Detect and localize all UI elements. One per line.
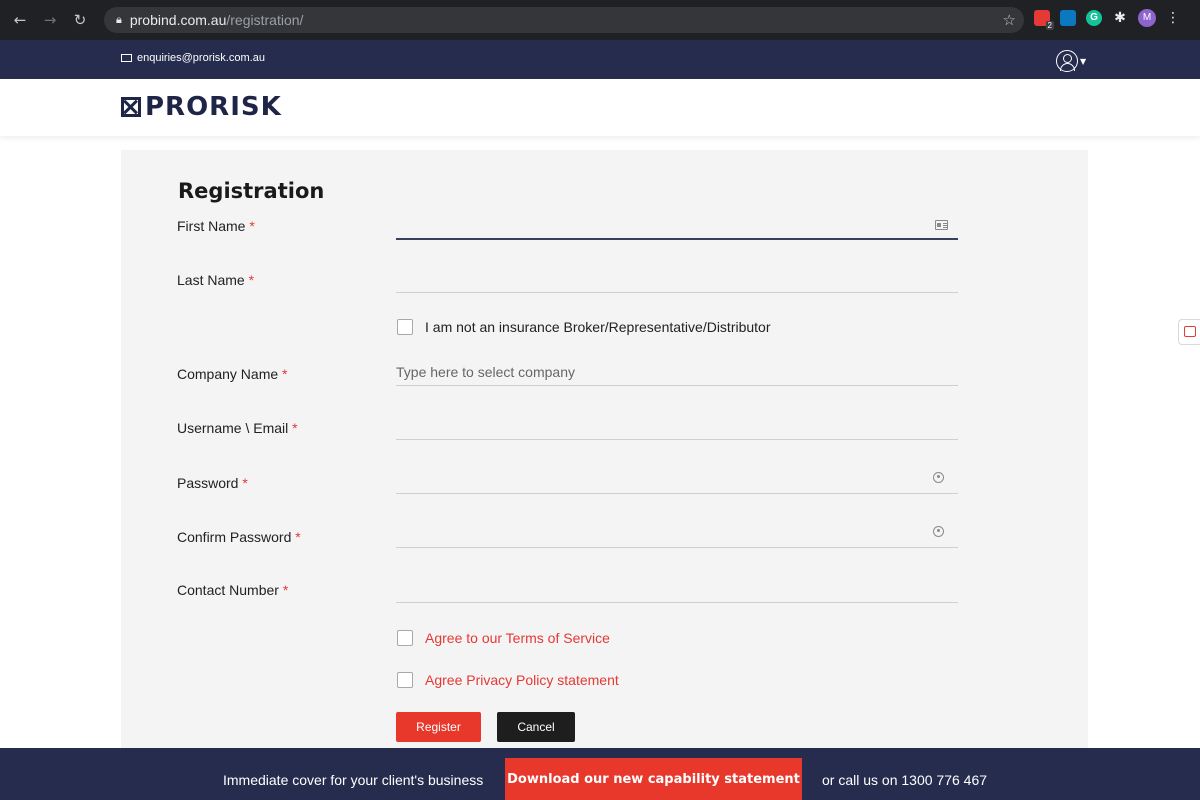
last-name-label-text: Last Name xyxy=(177,272,245,288)
contact-card-icon[interactable] xyxy=(935,220,948,230)
company-name-label: Company Name * xyxy=(177,366,288,382)
user-icon xyxy=(1056,50,1078,72)
site-header: PRORISK xyxy=(0,79,1200,136)
footer-bar: Immediate cover for your client's busine… xyxy=(0,748,1200,800)
company-placeholder: Type here to select company xyxy=(396,364,575,380)
not-broker-label: I am not an insurance Broker/Representat… xyxy=(425,319,771,335)
contact-email-text: enquiries@prorisk.com.au xyxy=(137,52,265,64)
username-input[interactable] xyxy=(396,414,958,440)
browser-toolbar: ← → ↻ 🔒︎ probind.com.au/registration/ ☆ … xyxy=(0,0,1200,40)
terms-option[interactable]: Agree to our Terms of Service xyxy=(397,630,610,646)
company-name-label-text: Company Name xyxy=(177,366,279,382)
forward-icon[interactable]: → xyxy=(38,11,62,29)
profile-avatar[interactable]: M xyxy=(1138,9,1156,27)
trello-extension-icon[interactable] xyxy=(1060,10,1076,26)
contact-bar: enquiries@prorisk.com.au ▼ xyxy=(0,40,1200,79)
privacy-option[interactable]: Agree Privacy Policy statement xyxy=(397,672,619,688)
back-icon[interactable]: ← xyxy=(8,11,32,29)
not-broker-option[interactable]: I am not an insurance Broker/Representat… xyxy=(397,319,771,335)
caret-down-icon: ▼ xyxy=(1080,56,1087,66)
first-name-label: First Name * xyxy=(177,218,255,234)
first-name-label-text: First Name xyxy=(177,218,246,234)
username-label: Username \ Email * xyxy=(177,420,298,436)
bookmark-star-icon[interactable]: ☆ xyxy=(1003,11,1016,29)
required-marker: * xyxy=(282,366,288,382)
username-label-text: Username \ Email xyxy=(177,420,289,436)
footer-tagline: Immediate cover for your client's busine… xyxy=(223,772,484,788)
registration-panel: Registration First Name * Last Name * I … xyxy=(121,150,1088,750)
terms-link[interactable]: Agree to our Terms of Service xyxy=(425,630,610,646)
required-marker: * xyxy=(295,529,301,545)
grammarly-extension-icon[interactable]: G xyxy=(1086,10,1102,26)
user-menu[interactable]: ▼ xyxy=(1056,50,1086,72)
feedback-icon xyxy=(1184,326,1196,337)
last-name-input[interactable] xyxy=(396,267,958,293)
password-key-icon[interactable] xyxy=(933,472,944,483)
password-input[interactable] xyxy=(396,468,958,494)
contact-number-label: Contact Number * xyxy=(177,582,288,598)
cancel-button[interactable]: Cancel xyxy=(497,712,575,742)
contact-number-input[interactable] xyxy=(396,577,958,603)
page-title: Registration xyxy=(178,179,325,203)
url-path: /registration/ xyxy=(226,12,304,28)
browser-nav: ← → ↻ xyxy=(8,11,92,29)
url-host: probind.com.au xyxy=(129,12,227,28)
privacy-checkbox[interactable] xyxy=(397,672,413,688)
browser-menu-icon[interactable]: ⋮ xyxy=(1166,10,1180,26)
extension-red-icon[interactable]: 2 xyxy=(1034,10,1054,30)
contact-email[interactable]: enquiries@prorisk.com.au xyxy=(121,52,265,64)
footer-phone[interactable]: or call us on 1300 776 467 xyxy=(822,772,987,788)
privacy-link[interactable]: Agree Privacy Policy statement xyxy=(425,672,619,688)
required-marker: * xyxy=(292,420,298,436)
extensions-bar: 2 G ✱ M ⋮ xyxy=(1034,9,1180,30)
company-name-input[interactable]: Type here to select company xyxy=(396,360,958,386)
required-marker: * xyxy=(242,475,248,491)
register-button[interactable]: Register xyxy=(396,712,481,742)
required-marker: * xyxy=(282,582,289,598)
contact-number-label-text: Contact Number xyxy=(177,582,279,598)
extensions-puzzle-icon[interactable]: ✱ xyxy=(1112,10,1128,26)
password-label-text: Password xyxy=(177,475,239,491)
address-bar[interactable]: 🔒︎ probind.com.au/registration/ ☆ xyxy=(104,7,1024,33)
feedback-tab[interactable] xyxy=(1178,319,1200,345)
extension-badge: 2 xyxy=(1045,21,1054,30)
not-broker-checkbox[interactable] xyxy=(397,319,413,335)
logo-text: PRORISK xyxy=(145,92,282,122)
envelope-icon xyxy=(121,54,132,62)
confirm-password-input[interactable] xyxy=(396,522,958,548)
first-name-input[interactable] xyxy=(396,214,958,240)
confirm-password-label-text: Confirm Password xyxy=(177,529,292,545)
reload-icon[interactable]: ↻ xyxy=(68,11,92,29)
last-name-label: Last Name * xyxy=(177,272,254,288)
confirm-password-key-icon[interactable] xyxy=(933,526,944,537)
lock-icon: 🔒︎ xyxy=(116,13,122,26)
password-label: Password * xyxy=(177,475,248,491)
logo-mark-icon xyxy=(121,97,141,117)
required-marker: * xyxy=(248,272,255,288)
prorisk-logo[interactable]: PRORISK xyxy=(121,92,282,122)
required-marker: * xyxy=(249,218,255,234)
terms-checkbox[interactable] xyxy=(397,630,413,646)
confirm-password-label: Confirm Password * xyxy=(177,529,301,545)
download-capability-button[interactable]: Download our new capability statement xyxy=(505,758,802,800)
